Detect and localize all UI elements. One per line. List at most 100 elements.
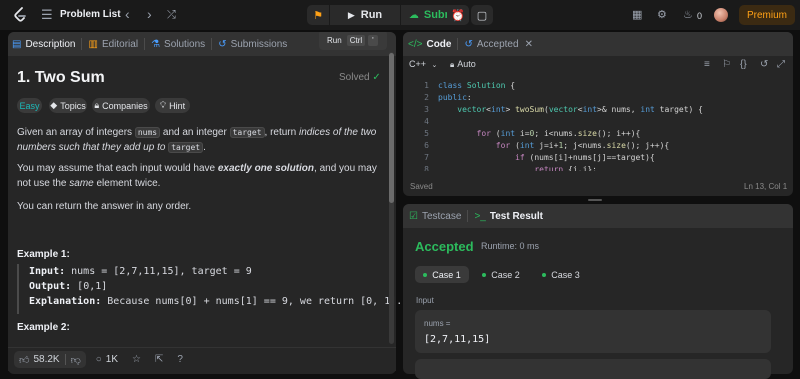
gear-icon[interactable]: ⚙ <box>657 8 667 22</box>
case-tab-1[interactable]: Case 1 <box>415 266 469 283</box>
top-navigation-bar: ☰ Problem List ‹ › ⤮ ⚑ ▶ Run ☁ Submit ⏰ … <box>0 0 800 30</box>
description-footer: 👍︎ 58.2K 👎︎ ○ 1K ☆ ⇱ ? <box>8 347 396 371</box>
tab-editorial-label: Editorial <box>101 38 139 50</box>
tab-editorial[interactable]: ▥ Editorial <box>82 32 144 56</box>
resize-handle[interactable] <box>588 199 602 201</box>
example-input-label: Input: <box>29 266 66 277</box>
tab-test-result[interactable]: >_ Test Result <box>468 204 549 228</box>
streak-fire-icon[interactable]: ♨ <box>683 8 693 22</box>
book-icon: ▥ <box>88 38 98 50</box>
like-divider <box>64 354 66 365</box>
tab-description[interactable]: ▤ Description <box>8 32 81 56</box>
timer-icon[interactable]: ⏰ <box>447 5 469 25</box>
problem-title: 1. Two Sum <box>17 69 105 86</box>
format-icon[interactable]: ≡ <box>704 58 710 72</box>
help-icon[interactable]: ? <box>177 354 183 365</box>
description-paragraph-2: You may assume that each input would hav… <box>17 161 387 191</box>
tab-solutions-label: Solutions <box>164 38 206 50</box>
example-1-box: Input: nums = [2,7,11,15], target = 9 Ou… <box>17 264 402 314</box>
save-status: Saved <box>410 182 433 191</box>
code-line: if (nums[i]+nums[j]==target){ <box>515 153 655 162</box>
case-tab-2[interactable]: Case 2 <box>476 266 526 283</box>
like-button[interactable]: 👍︎ 58.2K 👎︎ <box>14 351 86 368</box>
code-line: vector<int> twoSum(vector<int>& nums, in… <box>457 105 703 114</box>
debug-icon[interactable]: ⚑ <box>307 5 329 25</box>
autocomplete-mode[interactable]: 🔒︎ Auto <box>450 59 476 70</box>
line-number: 8 <box>424 165 429 171</box>
comments-button[interactable]: ○ 1K <box>96 354 118 365</box>
tab-description-label: Description <box>25 38 76 50</box>
description-paragraph-1: Given an array of integers nums and an i… <box>17 125 387 155</box>
tab-testcase[interactable]: ☑ Testcase <box>403 204 467 228</box>
prev-problem-icon[interactable]: ‹ <box>125 7 130 21</box>
variable-name: nums = <box>424 319 451 328</box>
avatar[interactable] <box>714 8 728 22</box>
history-icon: ↺ <box>218 38 227 50</box>
hint-label: Hint <box>169 100 186 111</box>
braces-icon[interactable]: {} <box>740 58 747 72</box>
companies-tag[interactable]: 🔒︎ Companies <box>92 98 150 113</box>
thumbs-down-icon: 👎︎ <box>70 354 81 366</box>
problem-list-title[interactable]: Problem List <box>60 9 121 20</box>
p2-emphasis: same <box>69 178 94 189</box>
close-icon[interactable]: ✕ <box>525 39 533 50</box>
leetcode-logo-icon[interactable] <box>13 7 27 23</box>
language-select[interactable]: C++ ⌄ <box>409 59 437 69</box>
layout-grid-icon[interactable]: ▦ <box>632 8 642 22</box>
lightbulb-icon: 💡︎ <box>159 100 167 110</box>
tab-submissions[interactable]: ↺ Submissions <box>212 32 293 56</box>
description-scrollbar-thumb[interactable] <box>389 53 394 203</box>
example-explanation-label: Explanation: <box>29 296 102 307</box>
example-input-value: nums = [2,7,11,15], target = 9 <box>65 266 252 277</box>
runtime-text: Runtime: 0 ms <box>481 241 540 251</box>
inline-code: target <box>168 142 204 153</box>
comment-icon: ○ <box>95 354 102 365</box>
code-line: return {i,j}; <box>534 165 597 171</box>
notes-icon[interactable]: ▢ <box>471 5 493 25</box>
code-line: for (int j=i+1; j<nums.size(); j++){ <box>495 141 670 150</box>
bookmark-icon[interactable]: ⚐ <box>722 58 731 72</box>
tab-test-result-label: Test Result <box>489 210 544 222</box>
example-input-line: Input: nums = [2,7,11,15], target = 9 <box>29 264 375 279</box>
code-line: public: <box>438 93 472 102</box>
favorite-star-icon[interactable]: ☆ <box>132 354 141 365</box>
p2-text: You may assume that each input would hav… <box>17 163 218 174</box>
p1-text: , return <box>264 127 299 138</box>
example-output-label: Output: <box>29 281 72 292</box>
inline-code: target <box>229 127 265 138</box>
case-tab-3[interactable]: Case 3 <box>536 266 586 283</box>
code-line: class Solution { <box>438 81 516 90</box>
ctrl-key: Ctrl <box>346 34 366 46</box>
hint-tag[interactable]: 💡︎ Hint <box>155 98 190 113</box>
line-number: 4 <box>424 117 429 126</box>
run-label: Run <box>360 9 383 21</box>
lock-icon: 🔒︎ <box>450 60 455 69</box>
description-paragraph-3: You can return the answer in any order. <box>17 201 192 212</box>
line-number: 1 <box>424 81 429 90</box>
problem-list-icon[interactable]: ☰ <box>41 8 53 22</box>
reset-icon[interactable]: ↺ <box>760 58 768 72</box>
tab-accepted[interactable]: ↺ Accepted ✕ <box>458 32 538 56</box>
p1-text: . <box>203 142 206 153</box>
language-value: C++ <box>409 59 427 69</box>
topics-tag[interactable]: ◆ Topics <box>49 98 87 113</box>
expand-icon[interactable]: ⤢ <box>777 58 785 72</box>
next-problem-icon[interactable]: › <box>147 7 152 21</box>
tab-solutions[interactable]: ⚗ Solutions <box>145 32 211 56</box>
p1-text: Given an array of integers <box>17 127 135 138</box>
case-label: Case 3 <box>551 269 580 280</box>
line-number: 7 <box>424 153 429 162</box>
comment-count: 1K <box>105 354 119 365</box>
premium-button[interactable]: Premium <box>739 5 795 25</box>
shuffle-icon[interactable]: ⤮ <box>167 8 176 22</box>
tab-code[interactable]: </> Code <box>403 32 457 56</box>
p2-strong: exactly one solution <box>217 163 315 174</box>
code-editor[interactable]: 1 2 3 4 5 6 7 8 class Solution {public: … <box>403 73 793 171</box>
example-explanation-line: Explanation: Because nums[0] + nums[1] =… <box>29 294 402 309</box>
example-output-value: [0,1] <box>71 281 108 292</box>
second-value-box <box>415 359 771 379</box>
run-button[interactable]: ▶ Run <box>330 5 400 25</box>
p2-text: element twice. <box>93 178 161 189</box>
share-icon[interactable]: ⇱ <box>155 354 163 365</box>
cursor-position: Ln 13, Col 1 <box>744 182 788 191</box>
